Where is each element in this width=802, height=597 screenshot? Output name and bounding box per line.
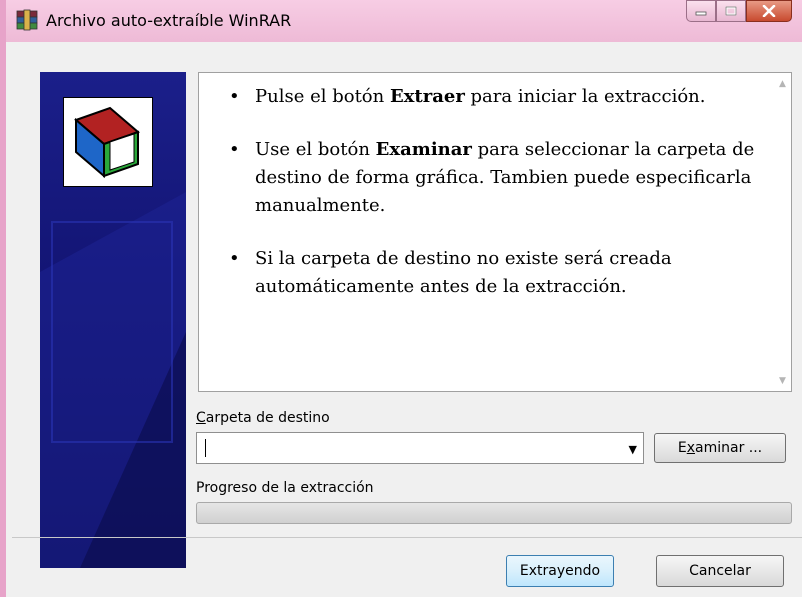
- instructions-list: Pulse el botón Extraer para iniciar la e…: [229, 83, 759, 326]
- title-bar[interactable]: Archivo auto-extraíble WinRAR: [6, 0, 802, 42]
- progress-label: Progreso de la extracción: [196, 480, 374, 496]
- window-title: Archivo auto-extraíble WinRAR: [46, 11, 292, 30]
- scroll-up-icon[interactable]: ▲: [774, 75, 791, 92]
- close-icon: [762, 5, 776, 17]
- instruction-browse: Use el botón Examinar para seleccionar l…: [229, 136, 759, 220]
- destination-label: Carpeta de destino: [196, 410, 330, 426]
- maximize-button[interactable]: [716, 0, 746, 22]
- close-button[interactable]: [746, 0, 792, 22]
- destination-combobox[interactable]: ▼: [196, 432, 644, 464]
- instruction-extract: Pulse el botón Extraer para iniciar la e…: [229, 83, 759, 111]
- instruction-create-folder: Si la carpeta de destino no existe será …: [229, 245, 759, 301]
- minimize-icon: [695, 11, 707, 16]
- window: Archivo auto-extraíble WinRAR • Pulse el…: [0, 0, 802, 597]
- dialog-body: Pulse el botón Extraer para iniciar la e…: [12, 42, 802, 597]
- extraction-progress-bar: [196, 502, 792, 524]
- cancel-button[interactable]: Cancelar: [656, 555, 784, 587]
- instructions-panel: Pulse el botón Extraer para iniciar la e…: [198, 72, 792, 392]
- vertical-scrollbar[interactable]: ▲ ▼: [774, 73, 791, 391]
- text-cursor: [205, 439, 206, 457]
- winrar-icon: [16, 9, 38, 31]
- caption-buttons: [686, 0, 792, 22]
- winrar-logo: [63, 97, 153, 187]
- browse-button[interactable]: Ex aminar ...: [654, 433, 786, 463]
- book-icon: [74, 106, 140, 179]
- footer-separator: [12, 537, 802, 538]
- side-banner: [40, 72, 186, 568]
- scroll-down-icon[interactable]: ▼: [774, 372, 791, 389]
- maximize-icon: [725, 6, 737, 16]
- extract-button[interactable]: Extrayendo: [506, 555, 614, 587]
- minimize-button[interactable]: [686, 0, 716, 22]
- dropdown-arrow-icon[interactable]: ▼: [629, 443, 637, 456]
